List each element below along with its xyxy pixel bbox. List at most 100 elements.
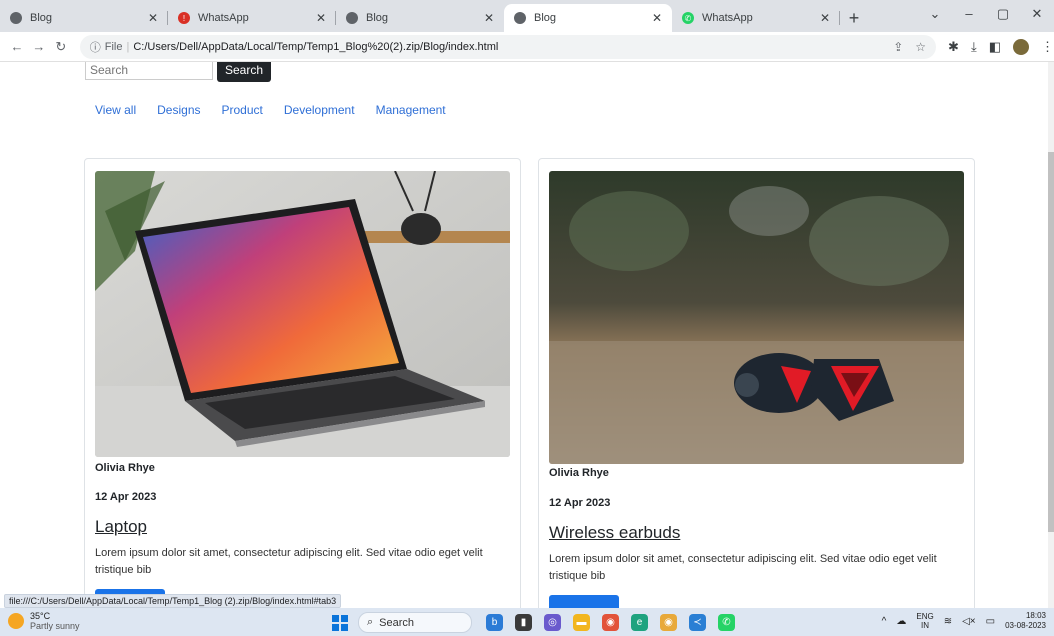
laptop-image (95, 171, 510, 457)
browser-tab-active[interactable]: Blog ✕ (504, 4, 672, 32)
forward-icon[interactable]: → (28, 39, 50, 54)
share-icon[interactable]: ⇪ (893, 40, 903, 54)
back-icon[interactable]: ← (6, 39, 28, 54)
post-date: 12 Apr 2023 (549, 497, 611, 509)
category-product[interactable]: Product (222, 103, 263, 117)
post-title[interactable]: Wireless earbuds (549, 523, 680, 543)
browser-tab[interactable]: Blog ✕ (336, 4, 504, 32)
post-description: Lorem ipsum dolor sit amet, consectetur … (95, 547, 483, 576)
close-tab-icon[interactable]: ✕ (652, 11, 662, 25)
post-card: Olivia Rhye 12 Apr 2023 Wireless earbuds… (538, 158, 975, 608)
weather-widget[interactable]: 35°C Partly sunny (8, 611, 80, 631)
close-window-icon[interactable]: ✕ (1020, 0, 1054, 28)
vscode-icon[interactable]: ≺ (689, 614, 706, 631)
post-card: Olivia Rhye 12 Apr 2023 Laptop Lorem ips… (84, 158, 521, 608)
reload-icon[interactable]: ↻ (50, 39, 72, 55)
file-explorer-icon[interactable]: ▬ (573, 614, 590, 631)
chevron-up-icon[interactable]: ^ (882, 616, 887, 627)
weather-temp: 35°C (30, 611, 51, 621)
cloud-icon[interactable]: ☁ (896, 616, 906, 627)
read-more-button[interactable] (549, 595, 619, 608)
browser-toolbar: ← → ↻ ⓘ File | C:/Users/Dell/AppData/Loc… (0, 32, 1054, 62)
bing-icon[interactable]: b (486, 614, 503, 631)
category-development[interactable]: Development (284, 103, 355, 117)
post-date: 12 Apr 2023 (95, 491, 157, 503)
clock-date: 03-08-2023 (1005, 621, 1046, 630)
profile-avatar[interactable] (1013, 38, 1029, 55)
tab-title: WhatsApp (702, 12, 753, 24)
search-button[interactable]: Search (217, 62, 272, 82)
browser-tab[interactable]: ✆ WhatsApp ✕ (672, 4, 840, 32)
page-viewport: Search View all Designs Product Developm… (0, 62, 1054, 608)
scrollbar-thumb[interactable] (1048, 152, 1054, 532)
volume-icon[interactable]: ◁× (962, 616, 976, 627)
language-line1: ENG (916, 612, 934, 621)
windows-start-icon[interactable] (332, 615, 348, 631)
tab-title: Blog (30, 12, 53, 24)
restore-icon[interactable]: ▢ (986, 0, 1020, 28)
clock-time: 18:03 (1025, 611, 1046, 620)
os-taskbar: 35°C Partly sunny ⌕ Search b ▮ ◎ ▬ ◉ e ◉… (0, 608, 1054, 636)
browser-tab-bar: Blog ✕ ! WhatsApp ✕ Blog ✕ Blog ✕ ✆ What… (0, 0, 1054, 32)
weather-text: 35°C Partly sunny (30, 611, 80, 631)
task-view-icon[interactable]: ▮ (515, 614, 532, 631)
bookmark-star-icon[interactable]: ☆ (915, 40, 926, 54)
taskbar-search-label: Search (379, 616, 415, 629)
minimize-icon[interactable]: – (952, 0, 986, 28)
post-description: Lorem ipsum dolor sit amet, consectetur … (549, 553, 937, 582)
close-tab-icon[interactable]: ✕ (820, 11, 830, 25)
globe-icon (346, 12, 358, 24)
globe-icon (10, 12, 22, 24)
tab-title: WhatsApp (198, 12, 249, 24)
browser-tab[interactable]: ! WhatsApp ✕ (168, 4, 336, 32)
category-nav: View all Designs Product Development Man… (95, 103, 446, 117)
whatsapp-green-icon: ✆ (682, 12, 694, 24)
weather-sun-icon (8, 613, 24, 629)
battery-icon[interactable]: ▭ (986, 616, 995, 627)
post-title[interactable]: Laptop (95, 517, 147, 537)
taskbar-search[interactable]: ⌕ Search (358, 612, 472, 633)
browser-app-icon[interactable]: ◉ (602, 614, 619, 631)
language-indicator[interactable]: ENG IN (916, 612, 933, 630)
search-row: Search (85, 62, 272, 82)
category-view-all[interactable]: View all (95, 103, 136, 117)
weather-condition: Partly sunny (30, 621, 80, 631)
side-panel-icon[interactable]: ◧ (989, 39, 1001, 55)
post-author: Olivia Rhye (95, 462, 155, 474)
language-line2: IN (921, 621, 930, 630)
extension-area: ✱ ⤓ ◧ ⋮ (948, 38, 1054, 55)
browser-tab[interactable]: Blog ✕ (0, 4, 168, 32)
tab-title: Blog (366, 12, 389, 24)
tab-search-icon[interactable]: ⌄ (918, 0, 952, 28)
page-scrollbar[interactable] (1048, 62, 1054, 608)
url-text[interactable]: C:/Users/Dell/AppData/Local/Temp/Temp1_B… (133, 41, 498, 53)
scheme-label: File (104, 40, 123, 53)
address-bar[interactable]: ⓘ File | C:/Users/Dell/AppData/Local/Tem… (79, 34, 937, 59)
chat-icon[interactable]: ◎ (544, 614, 561, 631)
wifi-icon[interactable]: ≋ (944, 616, 952, 627)
menu-icon[interactable]: ⋮ (1041, 39, 1054, 55)
category-designs[interactable]: Designs (157, 103, 200, 117)
laptop-photo (95, 171, 510, 457)
close-tab-icon[interactable]: ✕ (316, 11, 326, 25)
link-status-bar: file:///C:/Users/Dell/AppData/Local/Temp… (4, 594, 342, 608)
window-controls: ⌄ – ▢ ✕ (918, 0, 1054, 28)
close-tab-icon[interactable]: ✕ (484, 11, 494, 25)
omnibox-actions: ⇪ ☆ (893, 40, 926, 54)
extensions-icon[interactable]: ✱ (948, 39, 959, 55)
search-input[interactable] (85, 62, 213, 80)
system-tray: ^ ☁ ENG IN ≋ ◁× ▭ 18:03 03-08-2023 (882, 611, 1046, 631)
earbuds-photo (549, 171, 964, 464)
clock[interactable]: 18:03 03-08-2023 (1005, 611, 1046, 631)
info-icon[interactable]: ⓘ (90, 39, 101, 55)
divider: | (126, 40, 130, 53)
close-tab-icon[interactable]: ✕ (148, 11, 158, 25)
download-icon[interactable]: ⤓ (971, 39, 977, 55)
whatsapp-icon[interactable]: ✆ (718, 614, 735, 631)
category-management[interactable]: Management (376, 103, 446, 117)
earbuds-image (549, 171, 964, 464)
taskbar-apps: b ▮ ◎ ▬ ◉ e ◉ ≺ ✆ (486, 614, 735, 631)
edge-icon[interactable]: e (631, 614, 648, 631)
new-tab-icon[interactable]: + (840, 4, 868, 32)
chrome-icon[interactable]: ◉ (660, 614, 677, 631)
